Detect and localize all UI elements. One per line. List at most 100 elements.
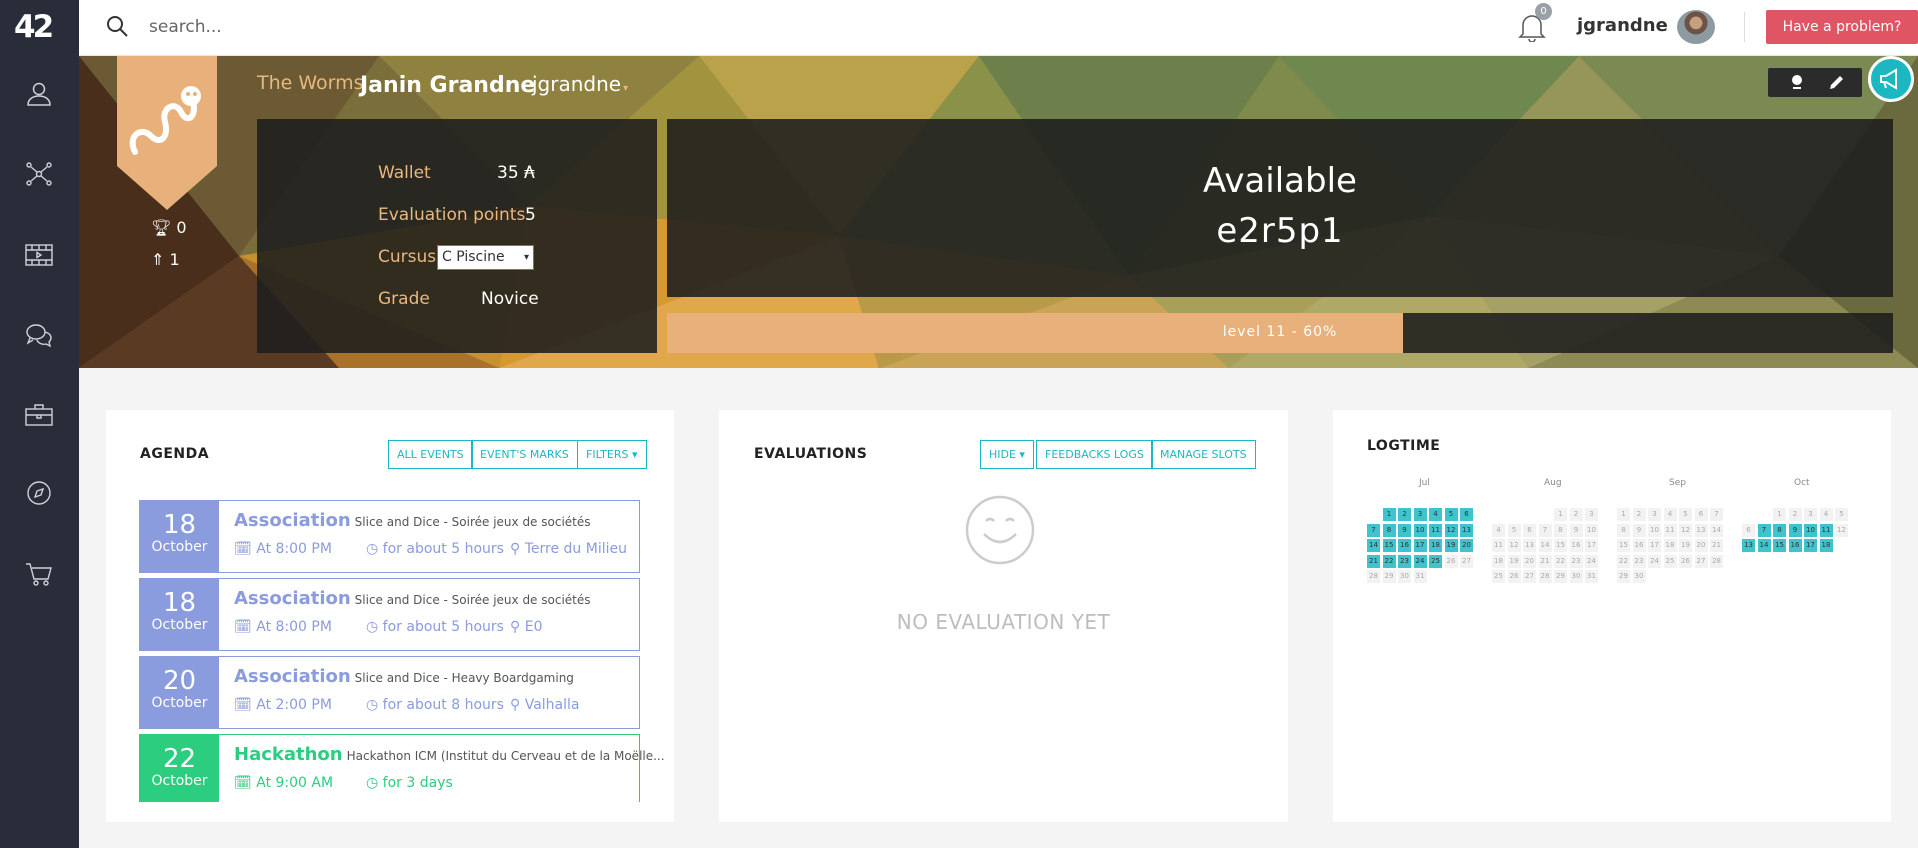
logtime-day[interactable]: 12 (1835, 523, 1848, 537)
logtime-day[interactable]: 10 (1413, 523, 1427, 537)
logtime-day[interactable]: 29 (1554, 570, 1567, 583)
logtime-day[interactable]: 23 (1632, 554, 1646, 568)
logtime-day[interactable]: 25 (1492, 570, 1505, 583)
logtime-day[interactable]: 16 (1398, 539, 1411, 552)
logtime-day[interactable]: 14 (1367, 539, 1380, 552)
username-link[interactable]: jgrandne (1577, 15, 1668, 36)
logtime-day[interactable]: 3 (1804, 508, 1817, 521)
logtime-day[interactable]: 19 (1444, 539, 1458, 552)
cursus-select[interactable]: C Piscine ▾ (437, 245, 534, 270)
logtime-day[interactable]: 15 (1554, 539, 1567, 552)
logtime-day[interactable]: 8 (1382, 523, 1396, 537)
logtime-day[interactable]: 4 (1492, 523, 1505, 537)
logtime-day[interactable]: 2 (1569, 508, 1583, 521)
film-icon[interactable] (24, 240, 54, 270)
logtime-day[interactable]: 9 (1569, 523, 1583, 537)
logtime-day[interactable]: 7 (1367, 523, 1380, 537)
logtime-day[interactable]: 30 (1398, 570, 1411, 583)
logtime-day[interactable]: 24 (1413, 554, 1427, 568)
logtime-day[interactable]: 15 (1773, 539, 1786, 552)
logtime-day[interactable]: 20 (1694, 539, 1708, 552)
logtime-day[interactable]: 17 (1648, 539, 1661, 552)
search-icon[interactable] (105, 14, 129, 38)
logtime-day[interactable]: 3 (1413, 508, 1427, 521)
logtime-day[interactable]: 7 (1757, 523, 1771, 537)
user-icon[interactable] (24, 78, 54, 108)
avatar[interactable] (1677, 10, 1715, 44)
logtime-day[interactable]: 17 (1585, 539, 1598, 552)
event-item[interactable]: 22 October Hackathon Hackathon ICM (Institu… (139, 734, 665, 802)
logtime-day[interactable]: 28 (1538, 570, 1552, 583)
logtime-day[interactable]: 21 (1538, 554, 1552, 568)
logtime-day[interactable]: 12 (1679, 523, 1692, 537)
logtime-day[interactable]: 5 (1679, 508, 1692, 521)
logtime-day[interactable]: 27 (1694, 554, 1708, 568)
login-dropdown[interactable]: jgrandne ▾ (532, 72, 628, 96)
logtime-day[interactable]: 31 (1585, 570, 1598, 583)
logtime-day[interactable]: 30 (1569, 570, 1583, 583)
logtime-day[interactable]: 21 (1367, 554, 1380, 568)
logtime-day[interactable]: 19 (1679, 539, 1692, 552)
compass-icon[interactable] (24, 478, 54, 508)
logtime-day[interactable]: 30 (1632, 570, 1646, 583)
logtime-day[interactable]: 1 (1773, 508, 1786, 521)
event-item[interactable]: 20 October Association Slice and Dice - Hea… (139, 656, 640, 729)
logtime-day[interactable]: 28 (1367, 570, 1380, 583)
coalition-flag[interactable] (117, 56, 217, 210)
briefcase-icon[interactable] (24, 400, 54, 430)
logtime-day[interactable]: 18 (1429, 539, 1442, 552)
logtime-day[interactable]: 4 (1819, 508, 1833, 521)
logtime-day[interactable]: 14 (1538, 539, 1552, 552)
coalition-name[interactable]: The Worms (257, 72, 364, 94)
logtime-day[interactable]: 10 (1585, 523, 1598, 537)
logtime-day[interactable]: 5 (1507, 523, 1521, 537)
edit-pencil-icon[interactable] (1828, 73, 1846, 95)
logtime-day[interactable]: 13 (1523, 539, 1536, 552)
logtime-day[interactable]: 6 (1460, 508, 1473, 521)
logtime-day[interactable]: 29 (1382, 570, 1396, 583)
logtime-day[interactable]: 27 (1460, 554, 1473, 568)
logtime-day[interactable]: 14 (1710, 523, 1723, 537)
logtime-day[interactable]: 15 (1382, 539, 1396, 552)
logtime-day[interactable]: 24 (1585, 554, 1598, 568)
logtime-day[interactable]: 13 (1742, 539, 1755, 552)
logtime-day[interactable]: 1 (1554, 508, 1567, 521)
logtime-day[interactable]: 5 (1835, 508, 1848, 521)
logtime-day[interactable]: 10 (1648, 523, 1661, 537)
logtime-day[interactable]: 13 (1694, 523, 1708, 537)
logtime-day[interactable]: 15 (1617, 539, 1630, 552)
logtime-day[interactable]: 28 (1710, 554, 1723, 568)
graph-icon[interactable] (24, 159, 54, 189)
logo-42[interactable]: 42 (14, 12, 64, 43)
logtime-day[interactable]: 2 (1398, 508, 1411, 521)
event-item[interactable]: 18 October Association Slice and Dice - Soi… (139, 500, 640, 573)
megaphone-icon[interactable] (1868, 56, 1914, 102)
logtime-day[interactable]: 7 (1538, 523, 1552, 537)
hide-button[interactable]: HIDE ▾ (980, 440, 1034, 469)
logtime-day[interactable]: 16 (1788, 539, 1802, 552)
logtime-day[interactable]: 22 (1382, 554, 1396, 568)
logtime-day[interactable]: 9 (1788, 523, 1802, 537)
logtime-day[interactable]: 12 (1507, 539, 1521, 552)
logtime-day[interactable]: 6 (1742, 523, 1755, 537)
logtime-day[interactable]: 14 (1757, 539, 1771, 552)
have-a-problem-button[interactable]: Have a problem? (1766, 10, 1918, 44)
logtime-day[interactable]: 17 (1413, 539, 1427, 552)
logtime-day[interactable]: 25 (1429, 554, 1442, 568)
logtime-day[interactable]: 18 (1663, 539, 1677, 552)
logtime-day[interactable]: 25 (1663, 554, 1677, 568)
logtime-day[interactable]: 8 (1617, 523, 1630, 537)
logtime-day[interactable]: 17 (1804, 539, 1817, 552)
logtime-day[interactable]: 23 (1569, 554, 1583, 568)
feedbacks-logs-button[interactable]: FEEDBACKS LOGS (1036, 440, 1153, 469)
logtime-day[interactable]: 2 (1788, 508, 1802, 521)
logtime-day[interactable]: 9 (1632, 523, 1646, 537)
logtime-day[interactable]: 23 (1398, 554, 1411, 568)
logtime-day[interactable]: 3 (1648, 508, 1661, 521)
logtime-day[interactable]: 19 (1507, 554, 1521, 568)
manage-slots-button[interactable]: MANAGE SLOTS (1151, 440, 1256, 469)
logtime-day[interactable]: 29 (1617, 570, 1630, 583)
logtime-day[interactable]: 11 (1663, 523, 1677, 537)
logtime-day[interactable]: 2 (1632, 508, 1646, 521)
logtime-day[interactable]: 27 (1523, 570, 1536, 583)
